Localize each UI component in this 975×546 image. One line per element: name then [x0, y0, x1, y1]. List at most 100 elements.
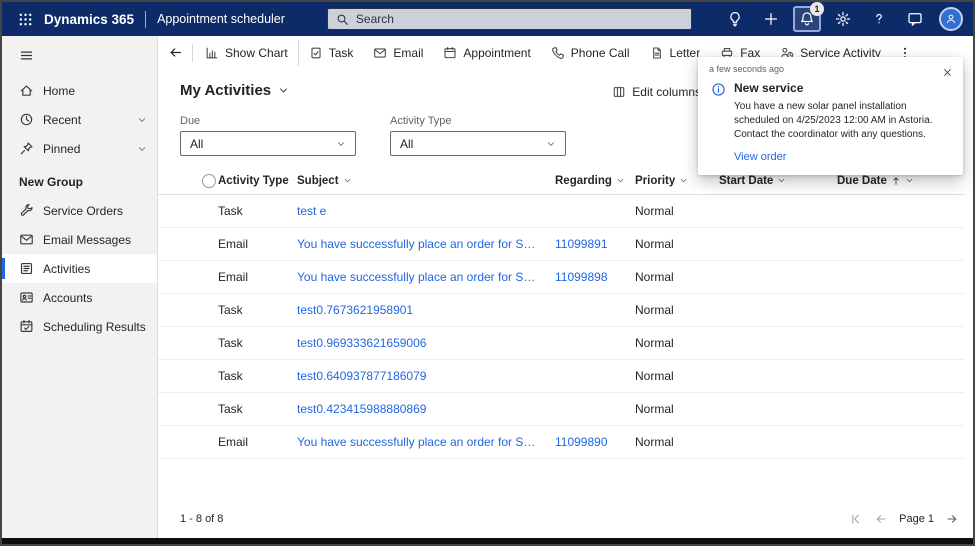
cell-subject-link[interactable]: You have successfully place an order for…	[295, 435, 553, 449]
next-page-button[interactable]	[945, 512, 959, 526]
search-placeholder: Search	[356, 12, 394, 26]
view-order-link[interactable]: View order	[734, 151, 946, 163]
edit-columns-label: Edit columns	[632, 85, 701, 99]
sidebar-item[interactable]: Pinned	[2, 134, 157, 163]
gear-icon	[835, 11, 851, 27]
record-count: 1 - 8 of 8	[180, 513, 223, 525]
cell-subject-link[interactable]: You have successfully place an order for…	[295, 270, 553, 284]
cell-regarding-link[interactable]: 11099891	[553, 237, 633, 251]
command-item-label: Letter	[670, 46, 701, 60]
sidebar-item-label: Recent	[43, 113, 81, 127]
cell-activity-type: Task	[216, 369, 295, 383]
sidebar-group-label: New Group	[2, 163, 157, 196]
plus-icon	[763, 11, 779, 27]
view-selector-chevron-icon[interactable]	[278, 85, 289, 96]
cell-activity-type: Task	[216, 303, 295, 317]
cell-regarding-link[interactable]: 11099898	[553, 270, 633, 284]
topbar-button[interactable]	[937, 6, 965, 32]
cell-subject-link[interactable]: test0.640937877186079	[295, 369, 553, 383]
notification-toast: a few seconds ago New service You have a…	[698, 57, 963, 175]
cell-subject-link[interactable]: test e	[295, 204, 553, 218]
command-item[interactable]: Show Chart	[195, 40, 298, 66]
letter-icon	[650, 46, 664, 60]
sidebar-item[interactable]: Accounts	[2, 283, 157, 312]
activity-type-filter-dropdown[interactable]: All	[390, 131, 566, 156]
search-icon	[336, 13, 349, 26]
sitemap-toggle-button[interactable]	[2, 40, 157, 70]
due-filter-label: Due	[180, 115, 356, 127]
previous-page-button[interactable]	[874, 512, 888, 526]
top-bar: Dynamics 365 Appointment scheduler Searc…	[2, 2, 973, 36]
sidebar-item-label: Pinned	[43, 142, 80, 156]
table-row[interactable]: Task test0.7673621958901 Normal	[158, 294, 965, 327]
column-header[interactable]: Regarding	[553, 175, 633, 187]
activity-type-filter-label: Activity Type	[390, 115, 566, 127]
command-item[interactable]: Email	[363, 40, 433, 66]
cell-subject-link[interactable]: test0.969333621659006	[295, 336, 553, 350]
chevron-down-icon	[137, 115, 147, 125]
sidebar-item[interactable]: Service Orders	[2, 196, 157, 225]
topbar-button[interactable]	[757, 6, 785, 32]
sidebar-item-label: Activities	[43, 262, 90, 276]
topbar-button[interactable]	[721, 6, 749, 32]
scheduling-results-icon	[19, 319, 34, 334]
sidebar-item-label: Scheduling Results	[43, 320, 146, 334]
table-row[interactable]: Task test0.423415988880869 Normal	[158, 393, 965, 426]
table-row[interactable]: Email You have successfully place an ord…	[158, 261, 965, 294]
feedback-icon	[907, 11, 923, 27]
cell-subject-link[interactable]: test0.423415988880869	[295, 402, 553, 416]
topbar-button[interactable]	[829, 6, 857, 32]
back-button[interactable]	[160, 40, 190, 66]
command-item[interactable]: Appointment	[433, 40, 540, 66]
cell-activity-type: Task	[216, 336, 295, 350]
table-row[interactable]: Task test0.640937877186079 Normal	[158, 360, 965, 393]
table-row[interactable]: Task test e Normal	[158, 195, 965, 228]
column-header[interactable]: Due Date	[835, 175, 965, 187]
table-row[interactable]: Email You have successfully place an ord…	[158, 426, 965, 459]
sidebar-item[interactable]: Scheduling Results	[2, 312, 157, 341]
close-icon[interactable]	[942, 67, 953, 78]
app-name[interactable]: Appointment scheduler	[157, 12, 285, 26]
topbar-button[interactable]	[865, 6, 893, 32]
sidebar-item[interactable]: Recent	[2, 105, 157, 134]
activities-grid: Activity Type Subject Regarding	[158, 167, 965, 459]
email-icon	[373, 46, 387, 60]
column-header[interactable]: Start Date	[717, 175, 835, 187]
search-input[interactable]: Search	[327, 8, 692, 30]
brand-title[interactable]: Dynamics 365	[44, 12, 134, 27]
grid-body: Task test e Normal Email You have succes…	[158, 195, 965, 459]
cell-subject-link[interactable]: test0.7673621958901	[295, 303, 553, 317]
table-row[interactable]: Task test0.969333621659006 Normal	[158, 327, 965, 360]
command-item-label: Email	[393, 46, 423, 60]
topbar-button[interactable]	[901, 6, 929, 32]
cell-subject-link[interactable]: You have successfully place an order for…	[295, 237, 553, 251]
cell-activity-type: Email	[216, 435, 295, 449]
command-item[interactable]: Task	[298, 40, 364, 66]
sidebar-item[interactable]: Email Messages	[2, 225, 157, 254]
due-filter-dropdown[interactable]: All	[180, 131, 356, 156]
chevron-down-icon	[679, 176, 688, 185]
table-row[interactable]: Email You have successfully place an ord…	[158, 228, 965, 261]
chevron-down-icon	[343, 176, 352, 185]
command-item-label: Show Chart	[225, 46, 288, 60]
command-item-label: Phone Call	[571, 46, 630, 60]
chevron-down-icon	[616, 176, 625, 185]
command-item[interactable]: Phone Call	[541, 40, 640, 66]
sidebar-item[interactable]: Home	[2, 76, 157, 105]
app-launcher-button[interactable]	[10, 5, 40, 33]
chevron-down-icon	[777, 176, 786, 185]
column-header[interactable]: Activity Type	[216, 175, 295, 187]
select-all-checkbox[interactable]	[202, 174, 216, 188]
pager: Page 1	[849, 512, 959, 526]
column-header[interactable]: Priority	[633, 175, 717, 187]
app-window: Dynamics 365 Appointment scheduler Searc…	[0, 0, 975, 546]
first-page-button[interactable]	[849, 512, 863, 526]
sidebar-item[interactable]: Activities	[2, 254, 157, 283]
window-chrome-bottom	[2, 538, 973, 544]
topbar-button[interactable]: 1	[793, 6, 821, 32]
edit-columns-button[interactable]: Edit columns	[612, 85, 701, 99]
column-header[interactable]: Subject	[295, 175, 553, 187]
chevron-down-icon	[137, 144, 147, 154]
chevron-down-icon	[336, 139, 346, 149]
cell-regarding-link[interactable]: 11099890	[553, 435, 633, 449]
